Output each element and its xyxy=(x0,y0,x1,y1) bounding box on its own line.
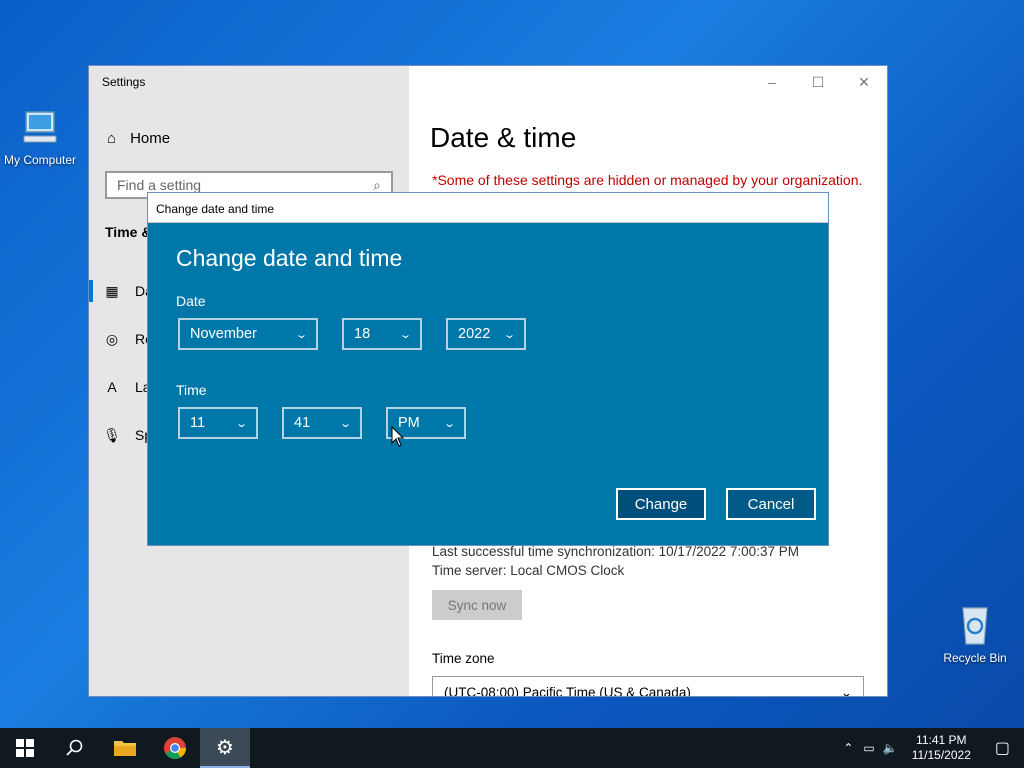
close-button[interactable]: ✕ xyxy=(841,66,887,98)
folder-icon xyxy=(114,741,136,756)
day-dropdown[interactable]: 18 ⌄ xyxy=(342,318,422,350)
notification-icon[interactable]: ▢ xyxy=(981,738,1024,758)
dialog-titlebar: Change date and time xyxy=(148,193,828,223)
year-dropdown[interactable]: 2022 ⌄ xyxy=(446,318,526,350)
window-title: Settings xyxy=(102,75,146,89)
clock-time: 11:41 PM xyxy=(916,733,967,747)
volume-icon[interactable]: 🔈 xyxy=(879,741,902,755)
minimize-button[interactable]: – xyxy=(749,66,795,98)
recycle-bin-label: Recycle Bin xyxy=(943,651,1007,665)
home-nav[interactable]: ⌂ Home xyxy=(107,130,170,147)
time-label: Time xyxy=(176,382,207,398)
file-explorer-button[interactable] xyxy=(100,728,150,768)
windows-logo-icon xyxy=(16,739,34,757)
search-placeholder: Find a setting xyxy=(117,177,202,193)
maximize-button[interactable]: ☐ xyxy=(795,66,841,98)
managed-warning: *Some of these settings are hidden or ma… xyxy=(432,172,863,188)
dialog-heading: Change date and time xyxy=(176,245,403,271)
gear-icon: ⚙ xyxy=(216,736,234,759)
change-date-time-dialog: Change date and time Change date and tim… xyxy=(147,192,829,546)
search-icon xyxy=(66,739,83,756)
recycle-bin-icon xyxy=(962,607,988,645)
change-button[interactable]: Change xyxy=(616,488,706,520)
recycle-bin-desktop-icon[interactable]: Recycle Bin xyxy=(935,602,1015,665)
window-controls: – ☐ ✕ xyxy=(749,66,887,98)
start-button[interactable] xyxy=(0,728,50,768)
chevron-down-icon: ⌄ xyxy=(234,417,248,430)
language-icon: A xyxy=(107,379,117,395)
cancel-button[interactable]: Cancel xyxy=(726,488,816,520)
my-computer-desktop-icon[interactable]: My Computer xyxy=(0,108,80,167)
computer-icon xyxy=(23,111,57,143)
month-dropdown[interactable]: November ⌄ xyxy=(178,318,318,350)
home-icon: ⌂ xyxy=(107,130,117,147)
taskbar: ⚙ ⌃ ▭ 🔈 11:41 PM 11/15/2022 ▢ xyxy=(0,728,1024,768)
time-zone-label: Time zone xyxy=(432,651,495,666)
time-server-text: Time server: Local CMOS Clock xyxy=(432,563,625,578)
chevron-down-icon: ⌄ xyxy=(442,417,456,430)
day-value: 18 xyxy=(354,326,371,342)
microphone-icon: 🎙 xyxy=(103,426,121,443)
hour-dropdown[interactable]: 11 ⌄ xyxy=(178,407,258,439)
hour-value: 11 xyxy=(190,415,206,431)
year-value: 2022 xyxy=(458,326,491,342)
search-taskbar-button[interactable] xyxy=(50,728,100,768)
system-tray: ⌃ ▭ 🔈 11:41 PM 11/15/2022 ▢ xyxy=(837,728,1024,768)
search-icon: ⌕ xyxy=(373,176,381,193)
clock[interactable]: 11:41 PM 11/15/2022 xyxy=(902,733,981,763)
minute-dropdown[interactable]: 41 ⌄ xyxy=(282,407,362,439)
settings-taskbar-button[interactable]: ⚙ xyxy=(200,728,250,768)
chevron-down-icon: ⌄ xyxy=(398,328,412,341)
date-label: Date xyxy=(176,293,206,309)
last-sync-text: Last successful time synchronization: 10… xyxy=(432,544,799,559)
network-icon[interactable]: ▭ xyxy=(859,741,878,755)
chrome-icon xyxy=(164,737,186,759)
chevron-down-icon: ⌄ xyxy=(840,685,852,697)
month-value: November xyxy=(190,326,257,342)
minute-value: 41 xyxy=(294,415,311,431)
page-title: Date & time xyxy=(430,122,577,153)
chevron-down-icon: ⌄ xyxy=(338,417,352,430)
sync-now-button[interactable]: Sync now xyxy=(432,590,522,620)
dialog-body: Change date and time Date November ⌄ 18 … xyxy=(148,223,828,545)
chevron-down-icon: ⌄ xyxy=(502,328,516,341)
clock-date: 11/15/2022 xyxy=(911,748,971,762)
my-computer-label: My Computer xyxy=(3,153,77,167)
chrome-button[interactable] xyxy=(150,728,200,768)
calendar-clock-icon: ▦ xyxy=(105,282,119,299)
chevron-down-icon: ⌄ xyxy=(294,328,308,341)
chevron-up-icon[interactable]: ⌃ xyxy=(837,741,859,755)
home-label: Home xyxy=(130,130,171,147)
globe-icon: ◎ xyxy=(105,330,119,347)
time-zone-select[interactable]: (UTC-08:00) Pacific Time (US & Canada) ⌄ xyxy=(432,676,864,697)
mouse-cursor-icon xyxy=(391,426,405,447)
time-zone-value: (UTC-08:00) Pacific Time (US & Canada) xyxy=(444,685,691,697)
